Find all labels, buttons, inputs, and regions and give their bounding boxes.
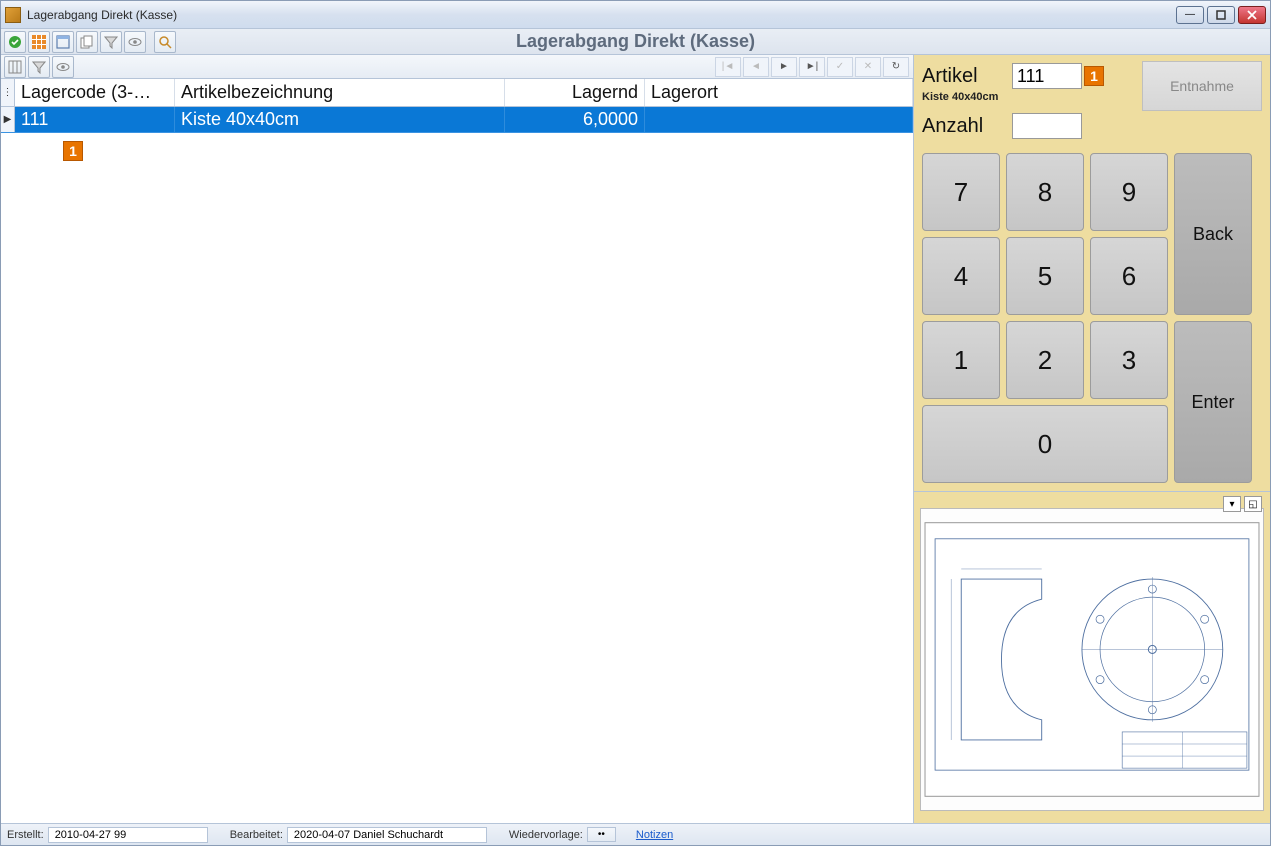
- anzahl-input[interactable]: [1012, 113, 1082, 139]
- drawing-preview[interactable]: [920, 508, 1264, 811]
- toolbar-title: Lagerabgang Direkt (Kasse): [1, 31, 1270, 52]
- ok-icon[interactable]: [4, 31, 26, 53]
- layout-icon[interactable]: [52, 31, 74, 53]
- maximize-button[interactable]: [1207, 6, 1235, 24]
- col-header-qty[interactable]: Lagernd: [505, 79, 645, 106]
- resubmission-label: Wiedervorlage:: [509, 829, 583, 841]
- annotation-badge: 1: [63, 141, 83, 161]
- nav-accept-button[interactable]: ✓: [827, 57, 853, 77]
- numeric-keypad: 7 8 9 Back 4 5 6 1 2 3 Enter 0: [922, 153, 1262, 483]
- anzahl-label: Anzahl: [922, 115, 1012, 138]
- cell-qty[interactable]: 6,0000: [505, 107, 645, 132]
- table-row[interactable]: ▶ 111 Kiste 40x40cm 6,0000: [1, 107, 913, 133]
- nav-last-button[interactable]: ►|: [799, 57, 825, 77]
- nav-cancel-button[interactable]: ✕: [855, 57, 881, 77]
- annotation-badge: 1: [1084, 66, 1104, 86]
- window-title: Lagerabgang Direkt (Kasse): [27, 8, 1176, 22]
- key-8[interactable]: 8: [1006, 153, 1084, 231]
- grid-toolbar: |◄ ◄ ► ►| ✓ ✕ ↻: [1, 55, 913, 79]
- edited-value: 2020-04-07 Daniel Schuchardt: [287, 827, 487, 843]
- status-bar: Erstellt: 2010-04-27 99 Bearbeitet: 2020…: [1, 823, 1270, 845]
- grid-corner[interactable]: ⋮: [1, 79, 15, 106]
- key-enter[interactable]: Enter: [1174, 321, 1252, 483]
- grid-orange-icon[interactable]: [28, 31, 50, 53]
- preview-popout-icon[interactable]: ◱: [1244, 496, 1262, 512]
- preview-pane: ▾ ◱: [914, 492, 1270, 823]
- cell-desc[interactable]: Kiste 40x40cm: [175, 107, 505, 132]
- resubmission-button[interactable]: ••: [587, 827, 616, 842]
- key-0[interactable]: 0: [922, 405, 1168, 483]
- key-3[interactable]: 3: [1090, 321, 1168, 399]
- withdraw-button[interactable]: Entnahme: [1142, 61, 1262, 111]
- col-header-code[interactable]: Lagercode (3-…: [15, 79, 175, 106]
- key-7[interactable]: 7: [922, 153, 1000, 231]
- col-header-desc[interactable]: Artikelbezeichnung: [175, 79, 505, 106]
- minimize-button[interactable]: —: [1176, 6, 1204, 24]
- preview-dropdown-icon[interactable]: ▾: [1223, 496, 1241, 512]
- key-9[interactable]: 9: [1090, 153, 1168, 231]
- filter-icon[interactable]: [28, 56, 50, 78]
- key-6[interactable]: 6: [1090, 237, 1168, 315]
- edited-label: Bearbeitet:: [230, 829, 283, 841]
- key-1[interactable]: 1: [922, 321, 1000, 399]
- title-bar: Lagerabgang Direkt (Kasse) —: [1, 1, 1270, 29]
- created-label: Erstellt:: [7, 829, 44, 841]
- cell-loc[interactable]: [645, 107, 913, 132]
- nav-next-button[interactable]: ►: [771, 57, 797, 77]
- eye-icon[interactable]: [52, 56, 74, 78]
- eye-icon[interactable]: [124, 31, 146, 53]
- nav-prev-button[interactable]: ◄: [743, 57, 769, 77]
- col-header-loc[interactable]: Lagerort: [645, 79, 913, 106]
- copy-icon[interactable]: [76, 31, 98, 53]
- main-toolbar: Lagerabgang Direkt (Kasse): [1, 29, 1270, 55]
- filter-icon[interactable]: [100, 31, 122, 53]
- cell-code[interactable]: 111: [15, 107, 175, 132]
- input-pane: Artikel 1 Entnahme Kiste 40x40cm Anzahl …: [914, 55, 1270, 823]
- app-icon: [5, 7, 21, 23]
- grid-header: ⋮ Lagercode (3-… Artikelbezeichnung Lage…: [1, 79, 913, 107]
- key-2[interactable]: 2: [1006, 321, 1084, 399]
- grid-pane: |◄ ◄ ► ►| ✓ ✕ ↻ ⋮ Lagercode (3-… Artikel…: [1, 55, 914, 823]
- find-icon[interactable]: [154, 31, 176, 53]
- row-indicator-icon: ▶: [1, 107, 15, 132]
- key-4[interactable]: 4: [922, 237, 1000, 315]
- key-5[interactable]: 5: [1006, 237, 1084, 315]
- key-back[interactable]: Back: [1174, 153, 1252, 315]
- created-value: 2010-04-27 99: [48, 827, 208, 843]
- nav-first-button[interactable]: |◄: [715, 57, 741, 77]
- notes-link[interactable]: Notizen: [636, 829, 673, 841]
- artikel-input[interactable]: [1012, 63, 1082, 89]
- nav-refresh-button[interactable]: ↻: [883, 57, 909, 77]
- close-button[interactable]: [1238, 6, 1266, 24]
- artikel-label: Artikel: [922, 65, 1012, 88]
- columns-icon[interactable]: [4, 56, 26, 78]
